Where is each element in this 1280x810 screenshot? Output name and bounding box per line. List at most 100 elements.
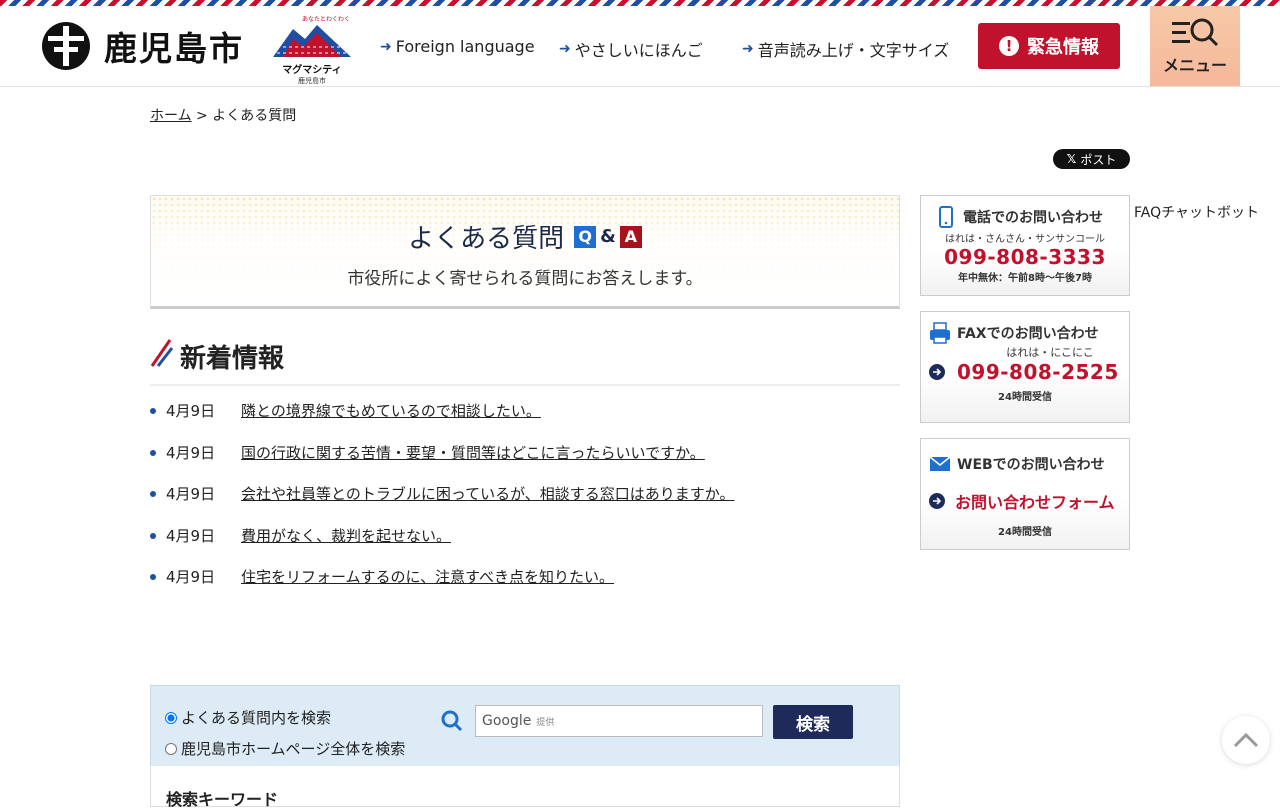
scope-site-label: 鹿児島市ホームページ全体を検索 [181,740,406,758]
search-scope: よくある質問内を検索 鹿児島市ホームページ全体を検索 [165,702,405,764]
q-badge: Q [574,225,597,248]
web-form-link[interactable]: お問い合わせフォーム [955,489,1115,513]
arrow-right-icon: ➜ [559,41,571,57]
news-list: 4月9日 隣との境界線でもめているので相談したい。 4月9日 国の行政に関する苦情・… [150,400,900,608]
phone-number: 099-808-3333 [944,245,1106,269]
web-link-row: お問い合わせフォーム [921,475,1129,513]
magma-label: マグマシティ [282,65,342,76]
list-item: 4月9日 会社や社員等とのトラブルに困っているが、相談する窓口はありますか。 [150,483,900,525]
fax-contact-card[interactable]: FAXでのお問い合わせ はれは・にこにこ 099-808-2525 24時間受信 [920,311,1130,423]
nav-easy-japanese[interactable]: ➜ やさしいにほんご [559,37,703,61]
web-hours: 24時間受信 [998,527,1052,538]
magma-city-logo[interactable]: あなたとわくわく マグマシティ 鹿児島市 [272,14,352,85]
x-post-label: ポスト [1080,152,1117,167]
fax-hours: 24時間受信 [998,392,1052,403]
news-date: 4月9日 [166,568,216,586]
arrow-right-icon: ➜ [380,38,392,55]
news-date: 4月9日 [166,485,216,503]
news-link[interactable]: 費用がなく、裁判を起せない。 [241,525,451,546]
x-post-button[interactable]: 𝕏 ポスト [1053,149,1130,169]
mail-icon [929,456,951,471]
fax-icon [930,322,950,344]
nav-foreign-language[interactable]: ➜ Foreign language [380,37,535,56]
news-link[interactable]: 国の行政に関する苦情・要望・質問等はどこに言ったらいいですか。 [241,442,705,463]
faq-title: よくある質問 Q & A [151,218,899,255]
news-date: 4月9日 [166,526,216,545]
fax-nickname: はれは・にこにこ [1006,346,1094,359]
city-name: 鹿児島市 [104,29,244,68]
bullet-icon [150,532,156,539]
city-emblem-icon [42,22,90,70]
phone-hours: 年中無休：午前8時～午後7時 [958,273,1092,284]
list-item: 4月9日 住宅をリフォームするのに、注意すべき点を知りたい。 [150,566,900,608]
chevron-up-icon [1233,732,1259,748]
emergency-label: 緊急情報 [1027,37,1099,58]
qa-amp: & [600,226,616,247]
phone-heading-row: 電話でのお問い合わせ [921,196,1129,228]
breadcrumb: ホーム > よくある質問 [150,105,296,125]
scope-site-option[interactable]: 鹿児島市ホームページ全体を検索 [165,733,405,764]
web-heading-row: WEBでのお問い合わせ [921,439,1129,475]
site-header: 鹿児島市 あなたとわくわく マグマシティ 鹿児島市 ➜ Foreign lang… [0,0,1280,87]
faq-title-text: よくある質問 [408,224,565,254]
news-heading: 新着情報 [150,336,900,386]
breadcrumb-current: よくある質問 [212,108,297,124]
news-date: 4月9日 [166,443,216,462]
qa-badge: Q & A [574,225,642,248]
phone-icon [939,206,953,228]
phone-nickname: はれは・さんさん・サンサンコール [945,234,1105,245]
arrow-right-icon: ➜ [742,41,754,57]
circle-arrow-icon [929,364,945,380]
web-heading: WEBでのお問い合わせ [957,457,1105,473]
google-by: 提供 [536,717,555,728]
fax-number: 099-808-2525 [957,360,1119,384]
circle-arrow-icon [929,493,945,509]
breadcrumb-separator: > [196,108,208,124]
bullet-icon [150,491,156,497]
magma-tagline: あなたとわくわく [301,16,350,23]
a-badge: A [619,225,642,248]
search-panel: よくある質問内を検索 鹿児島市ホームページ全体を検索 Google 提供 検索 [150,685,900,769]
faq-subtitle: 市役所によく寄せられる質問にお答えします。 [347,269,703,289]
breadcrumb-home[interactable]: ホーム [150,108,192,124]
x-logo-icon: 𝕏 [1066,152,1077,166]
list-item: 4月9日 隣との境界線でもめているので相談したい。 [150,400,900,442]
list-item: 4月9日 費用がなく、裁判を起せない。 [150,525,900,567]
menu-label: メニュー [1162,56,1227,75]
nav-voice-text-size[interactable]: ➜ 音声読み上げ・文字サイズ [742,37,949,61]
back-to-top-button[interactable] [1222,716,1270,764]
search-input[interactable]: Google 提供 [475,705,763,737]
fax-heading-row: FAXでのお問い合わせ [921,312,1129,344]
news-link[interactable]: 隣との境界線でもめているので相談したい。 [241,400,541,421]
search-icon [441,710,463,732]
bullet-icon [150,449,156,456]
faq-chatbot-link[interactable]: FAQチャットボット [1134,202,1259,222]
fax-heading: FAXでのお問い合わせ [957,326,1099,342]
nav-label: やさしいにほんご [574,41,703,60]
phone-contact-card[interactable]: 電話でのお問い合わせ はれは・さんさん・サンサンコール 099-808-3333… [920,195,1130,296]
menu-button[interactable]: メニュー [1150,6,1240,86]
list-item: 4月9日 国の行政に関する苦情・要望・質問等はどこに言ったらいいですか。 [150,442,900,484]
keyword-heading: 検索キーワード [166,790,279,809]
news-date: 4月9日 [166,402,216,420]
google-brand: Google [482,713,532,729]
web-contact-card[interactable]: WEBでのお問い合わせ お問い合わせフォーム 24時間受信 [920,438,1130,550]
bullet-icon [150,574,156,580]
menu-search-icon [1172,18,1219,47]
city-logo[interactable]: 鹿児島市 [40,20,244,72]
news-link[interactable]: 会社や社員等とのトラブルに困っているが、相談する窓口はありますか。 [241,483,735,504]
keyword-section: 検索キーワード [150,766,900,809]
magma-sub: 鹿児島市 [298,77,326,85]
nav-label: 音声読み上げ・文字サイズ [757,41,950,60]
slash-accent-icon [150,339,174,367]
magma-mountain-icon [273,25,351,57]
emergency-info-button[interactable]: ! 緊急情報 [978,23,1120,69]
fax-number-row: 099-808-2525 [921,360,1129,384]
search-button[interactable]: 検索 [773,705,853,739]
news-heading-text: 新着情報 [180,344,285,374]
alert-icon: ! [999,36,1019,56]
scope-site-radio[interactable] [165,742,177,755]
news-link[interactable]: 住宅をリフォームするのに、注意すべき点を知りたい。 [241,566,614,587]
scope-faq-option[interactable]: よくある質問内を検索 [165,702,405,733]
scope-faq-radio[interactable] [165,711,177,724]
